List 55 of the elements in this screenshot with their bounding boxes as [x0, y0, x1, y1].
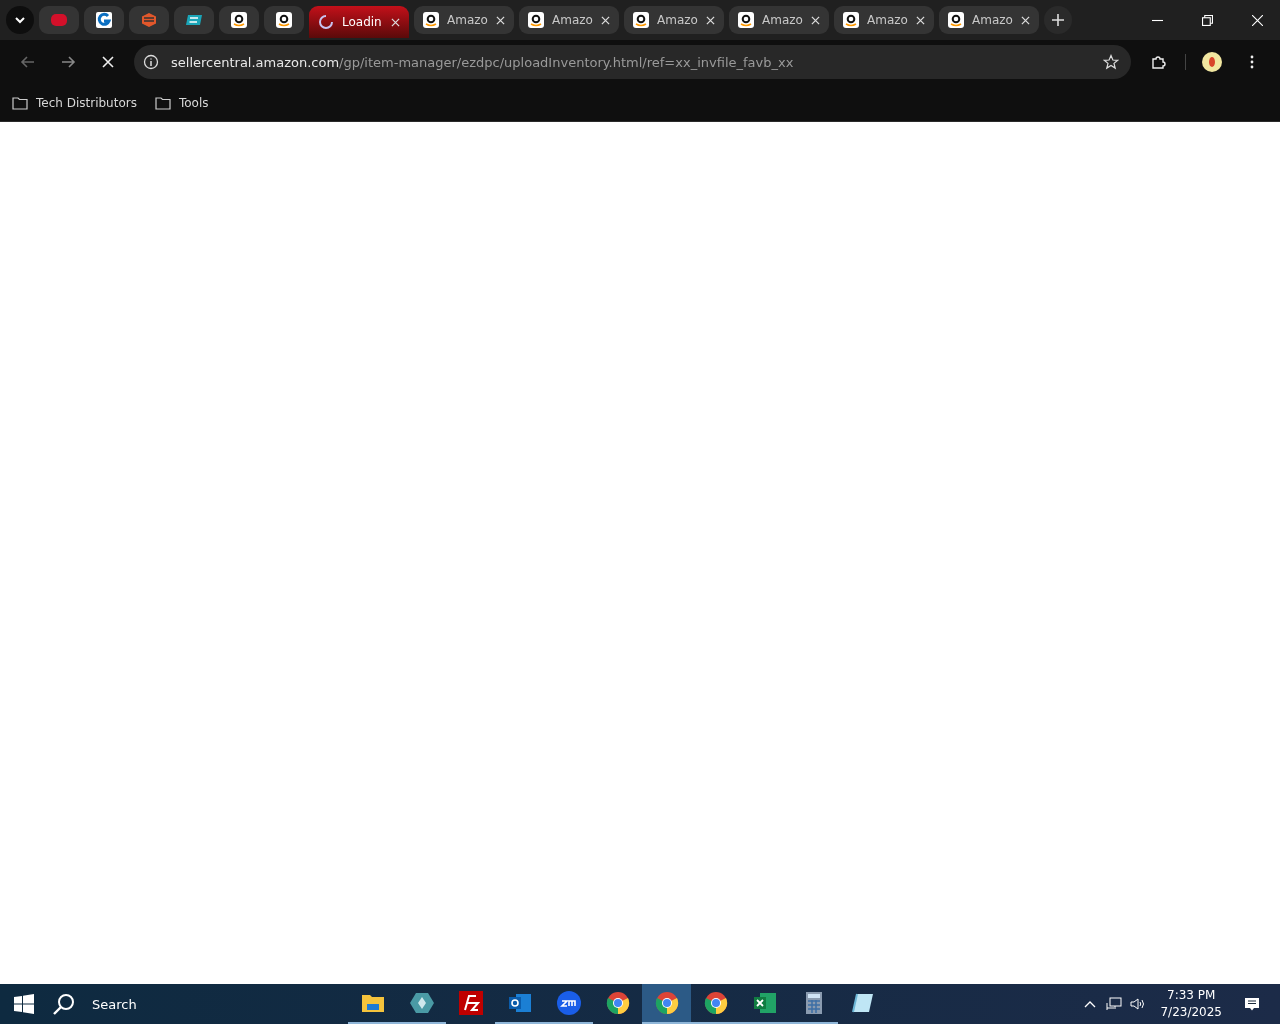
loading-spinner-icon [318, 14, 334, 30]
clock-date[interactable]: 7/23/2025 [1160, 1004, 1222, 1021]
folder-icon [154, 95, 171, 110]
notepad-icon [850, 991, 875, 1015]
pinned-tab[interactable] [84, 6, 124, 34]
taskbar-search[interactable]: Search [48, 992, 348, 1016]
browser-app-icon [703, 991, 728, 1015]
letter-g-logo-icon [96, 12, 112, 28]
browser-tab[interactable]: Loadin [309, 6, 409, 38]
browser-tab[interactable]: Amazo [834, 6, 934, 34]
close-icon[interactable] [811, 15, 820, 25]
close-icon[interactable] [1021, 15, 1030, 25]
address-bar[interactable]: sellercentral.amazon.com/gp/item-manager/ezdpc/uploadInventory.html/ref=xx_invfile_favb_xx [134, 45, 1131, 79]
browser-app-icon [605, 991, 630, 1015]
chevron-down-icon [14, 14, 26, 26]
browser-app-icon [654, 991, 679, 1015]
browser-tab[interactable]: Amazo [414, 6, 514, 34]
url-text: sellercentral.amazon.com/gp/item-manager/ezdpc/uploadInventory.html/ref=xx_invfile_favb_xx [171, 54, 795, 70]
new-tab-button[interactable] [1044, 6, 1072, 34]
browser-tab[interactable]: Amazo [729, 6, 829, 34]
close-icon[interactable] [916, 15, 925, 25]
slanted-logo-icon [186, 12, 202, 28]
tab-title: Amazo [867, 13, 908, 27]
tab-title: Loadin [342, 15, 383, 29]
hexagon-app-icon [409, 991, 434, 1015]
close-icon[interactable] [391, 17, 400, 27]
clock-time[interactable]: 7:33 PM [1167, 987, 1216, 1004]
bookmark-folder[interactable]: Tools [154, 95, 209, 110]
info-icon[interactable] [143, 54, 159, 70]
tab-title: Amazo [552, 13, 593, 27]
search-icon [52, 992, 76, 1016]
close-icon[interactable] [601, 15, 610, 25]
plus-icon [1052, 14, 1064, 26]
star-icon[interactable] [1103, 54, 1119, 70]
spreadsheet-app-icon [752, 991, 777, 1015]
meeting-app-icon [556, 991, 581, 1015]
browser-tab[interactable]: Amazo [519, 6, 619, 34]
folder-icon [12, 95, 28, 110]
restore-icon[interactable] [1202, 14, 1213, 26]
close-icon[interactable] [706, 15, 715, 25]
tab-title: Amazo [657, 13, 698, 27]
pinned-tab[interactable] [264, 6, 304, 34]
tab-search-button[interactable] [6, 6, 34, 34]
rounded-logo-icon [51, 12, 67, 28]
close-icon[interactable] [496, 15, 505, 25]
browser-tab[interactable]: Amazo [624, 6, 724, 34]
tab-title: Amazo [972, 13, 1013, 27]
bookmark-folder[interactable]: Tech Distributors [12, 95, 137, 110]
tab-title: Amazo [762, 13, 803, 27]
tab-title: Amazo [447, 13, 488, 27]
browser-tab[interactable]: Amazo [939, 6, 1039, 34]
mail-app-icon [507, 991, 532, 1015]
pinned-tab[interactable] [174, 6, 214, 34]
ftp-app-icon [458, 991, 483, 1015]
pinned-tab[interactable] [219, 6, 259, 34]
